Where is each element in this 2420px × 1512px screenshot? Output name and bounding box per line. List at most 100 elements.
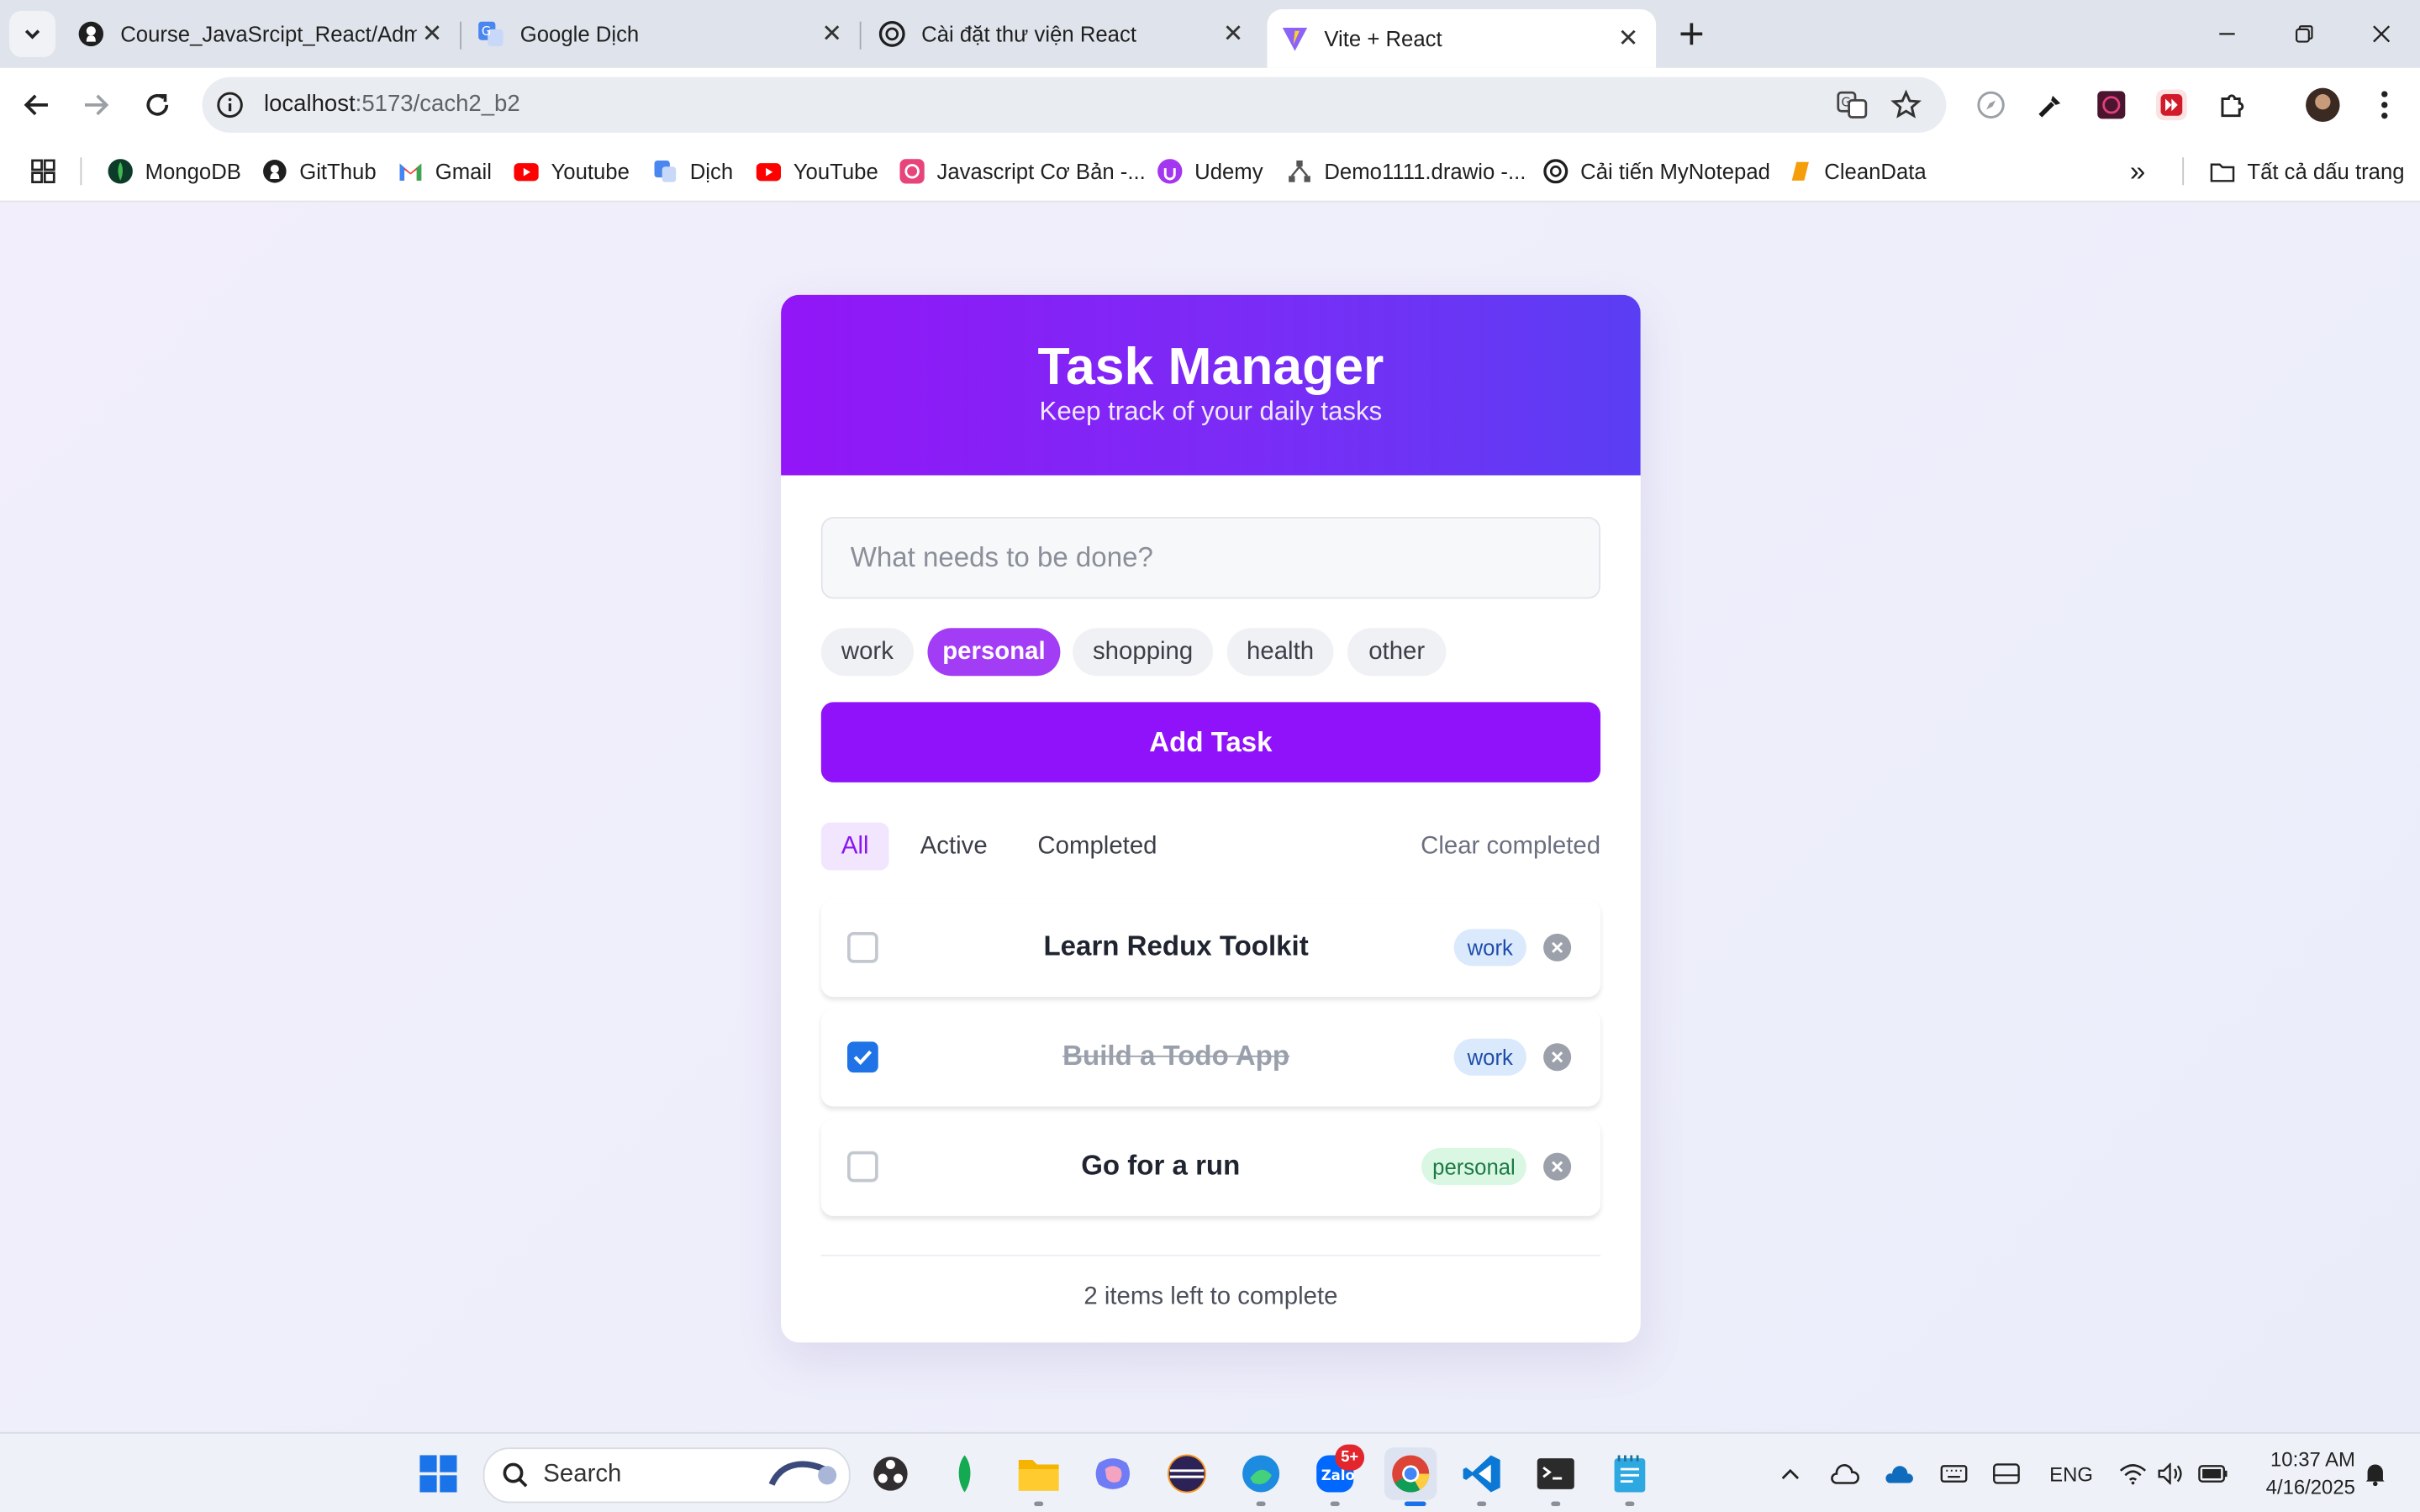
close-icon[interactable]: ✕ (816, 18, 847, 50)
bookmark-javascript[interactable]: Javascript Cơ Bản -... (899, 155, 1146, 188)
apps-grid-icon[interactable] (31, 155, 55, 188)
file-explorer-icon[interactable] (1014, 1449, 1063, 1499)
volume-icon[interactable] (2156, 1458, 2187, 1489)
reload-button[interactable] (136, 83, 179, 126)
back-button[interactable] (15, 83, 58, 126)
bookmark-label: GitThub (299, 159, 377, 184)
filter-all[interactable]: All (820, 822, 889, 871)
todo-checkbox[interactable] (847, 1041, 878, 1073)
category-work[interactable]: work (820, 628, 914, 677)
close-icon[interactable]: ✕ (417, 18, 448, 50)
tab-vite-react[interactable]: Vite + React ✕ (1267, 9, 1657, 68)
page-subtitle: Keep track of your daily tasks (1039, 396, 1383, 426)
mongodb-compass-icon[interactable] (940, 1449, 989, 1499)
minimize-button[interactable] (2204, 13, 2250, 55)
new-tab-button[interactable] (1671, 14, 1711, 55)
restore-icon (2296, 25, 2313, 43)
windows-start-icon[interactable] (414, 1449, 463, 1499)
page-title: Task Manager (1037, 338, 1384, 397)
menu-kebab-icon[interactable] (2366, 87, 2403, 124)
bookmark-youtube-2[interactable]: YouTube (756, 155, 878, 188)
all-bookmarks-button[interactable]: Tất cả dấu trang (2210, 155, 2405, 188)
google-translate-icon (653, 159, 677, 183)
forward-button[interactable] (74, 83, 117, 126)
youtube-icon (756, 159, 782, 183)
bookmark-label: Cải tiến MyNotepad (1580, 159, 1770, 184)
category-shopping[interactable]: shopping (1073, 628, 1214, 677)
tab-separator (859, 21, 862, 50)
notepad-icon[interactable] (1605, 1449, 1655, 1499)
category-personal[interactable]: personal (927, 628, 1061, 677)
checkmark-icon (853, 1050, 873, 1066)
todo-item: Learn Redux Toolkit work (820, 899, 1601, 998)
chrome-icon[interactable] (1384, 1447, 1437, 1500)
new-task-input[interactable] (820, 517, 1601, 599)
vscode-icon[interactable] (1457, 1449, 1506, 1499)
edge-icon[interactable] (1236, 1449, 1286, 1499)
close-icon[interactable]: ✕ (1218, 18, 1249, 50)
display-icon[interactable] (1990, 1458, 2023, 1489)
delete-todo-button[interactable] (1543, 1043, 1572, 1072)
bookmark-mongodb[interactable]: MongoDB (108, 155, 241, 188)
extension-pattern-icon[interactable] (2093, 87, 2130, 124)
onedrive-icon[interactable] (1881, 1458, 1915, 1489)
terminal-icon[interactable] (1531, 1449, 1580, 1499)
chevron-up-icon[interactable] (1775, 1458, 1806, 1489)
taskbar-search[interactable]: Search (482, 1447, 851, 1504)
battery-icon[interactable] (2196, 1458, 2230, 1489)
tab-react-library[interactable]: Cài đặt thư viện React ✕ (878, 11, 1249, 57)
delete-todo-button[interactable] (1543, 933, 1572, 961)
extension-forward-icon[interactable] (2153, 87, 2190, 124)
address-bar[interactable]: localhost:5173/cach2_b2 G (202, 76, 1947, 133)
url-text[interactable]: localhost:5173/cach2_b2 (264, 91, 520, 117)
category-other[interactable]: other (1347, 628, 1447, 677)
bookmark-dich[interactable]: Dịch (653, 155, 733, 188)
bookmark-cleandata[interactable]: CleanData (1787, 155, 1927, 188)
delete-todo-button[interactable] (1543, 1152, 1572, 1181)
cloud-icon[interactable] (1827, 1458, 1861, 1489)
drawio-icon (1287, 159, 1311, 183)
restore-button[interactable] (2281, 13, 2328, 55)
site-info-icon[interactable] (216, 91, 244, 119)
eyedropper-icon[interactable] (2032, 87, 2069, 124)
category-health[interactable]: health (1226, 628, 1334, 677)
translate-page-icon[interactable]: G (1833, 87, 1870, 124)
language-indicator[interactable]: ENG (2040, 1458, 2101, 1489)
close-icon[interactable]: ✕ (1613, 24, 1644, 55)
url-host: localhost (263, 91, 356, 118)
bookmark-udemy[interactable]: Udemy (1157, 155, 1263, 188)
svg-text:G: G (1841, 96, 1850, 110)
copilot-icon[interactable] (1088, 1449, 1137, 1499)
bookmark-gmail[interactable]: Gmail (398, 155, 492, 188)
more-bookmarks-button[interactable]: » (2130, 155, 2145, 188)
add-task-button[interactable]: Add Task (820, 702, 1601, 782)
all-bookmarks-label: Tất cả dấu trang (2247, 159, 2405, 184)
eclipse-icon[interactable] (1163, 1449, 1212, 1499)
obs-icon[interactable] (866, 1449, 915, 1499)
filter-active[interactable]: Active (908, 823, 1000, 871)
close-window-button[interactable] (2359, 13, 2405, 55)
browser-toolbar: localhost:5173/cach2_b2 G (0, 67, 2420, 142)
notification-bell-icon[interactable] (2361, 1458, 2389, 1489)
tab-google-translate[interactable]: G Google Dịch ✕ (477, 11, 847, 57)
bookmark-mynotepad[interactable]: Cải tiến MyNotepad (1543, 155, 1770, 188)
todo-checkbox[interactable] (847, 932, 878, 963)
bookmark-github[interactable]: GitThub (262, 155, 377, 188)
keyboard-icon[interactable] (1937, 1458, 1970, 1489)
bookmark-youtube[interactable]: Youtube (514, 155, 630, 188)
todo-text: Build a Todo App (1062, 1040, 1290, 1072)
extensions-puzzle-icon[interactable] (2215, 87, 2252, 124)
extension-compass-icon[interactable] (1973, 87, 2010, 124)
tab-search-button[interactable] (9, 10, 56, 57)
system-clock[interactable]: 10:37 AM 4/16/2025 (2241, 1446, 2355, 1501)
profile-avatar[interactable] (2304, 87, 2341, 124)
bookmark-star-icon[interactable] (1888, 87, 1925, 124)
tab-course-javascript[interactable]: Course_JavaSrcipt_React/Admin ✕ (77, 11, 448, 57)
clear-completed-button[interactable]: Clear completed (1421, 823, 1600, 871)
filter-completed[interactable]: Completed (1028, 823, 1167, 871)
todo-checkbox[interactable] (847, 1151, 878, 1183)
bookmark-drawio[interactable]: Demo1111.drawio -... (1287, 155, 1526, 188)
wifi-icon[interactable] (2117, 1458, 2148, 1489)
chevron-double-right-icon: » (2129, 155, 2146, 187)
running-indicator (1551, 1501, 1561, 1507)
